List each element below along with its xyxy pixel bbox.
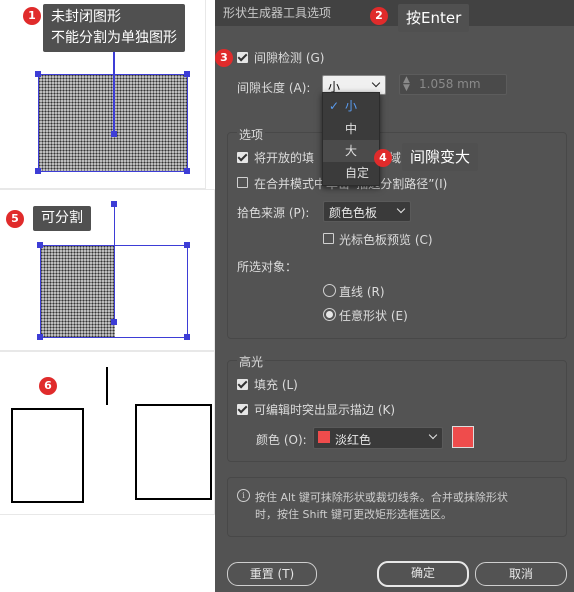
- chevron-down-icon: [371, 78, 381, 88]
- separated-left-shape: [11, 408, 84, 503]
- left-region: [40, 245, 115, 337]
- editable-stroke-label: 可编辑时突出显示描边 (K): [254, 403, 396, 417]
- dropdown-option-medium[interactable]: 中: [323, 118, 379, 140]
- example-panel-2: 5 可分割: [0, 190, 214, 350]
- color-label: 颜色 (O):: [256, 433, 307, 447]
- stepper-icon: ▲ ▼: [403, 75, 410, 93]
- chevron-down-icon: [396, 204, 406, 214]
- cancel-button[interactable]: 取消: [475, 562, 567, 586]
- options-section-title: 选项: [237, 126, 266, 143]
- gap-length-label: 间隙长度 (A):: [237, 81, 311, 95]
- separated-right-shape: [135, 404, 212, 500]
- note-press-enter: 按Enter: [398, 4, 470, 32]
- info-icon: i: [237, 489, 250, 502]
- dropdown-option-large[interactable]: 大: [323, 140, 379, 162]
- selection-label: 所选对象：: [237, 260, 298, 274]
- fill-open-paths-label: 将开放的填: [254, 151, 315, 165]
- cursor-preview-label: 光标色板预览 (C): [339, 233, 433, 247]
- merge-mode-checkbox[interactable]: [237, 177, 248, 188]
- note-unclosed: 未封闭图形 不能分割为单独图形: [43, 4, 185, 52]
- fill-checkbox[interactable]: [237, 379, 248, 390]
- straight-line-label: 直线 (R): [339, 285, 385, 299]
- gap-length-dropdown: ✓ 小 中 大 自定: [322, 92, 380, 186]
- gap-detection-checkbox[interactable]: [237, 52, 248, 63]
- anchor-handle: [35, 71, 41, 77]
- title-bar[interactable]: 形状生成器工具选项: [215, 0, 574, 26]
- dropdown-option-small[interactable]: ✓ 小: [323, 95, 379, 117]
- highlight-section-title: 高光: [237, 353, 266, 370]
- chevron-down-icon: [428, 430, 438, 440]
- step-badge-6: 6: [39, 377, 57, 395]
- gap-detection-label: 间隙检测 (G): [254, 51, 325, 65]
- color-chip: [318, 431, 330, 443]
- reset-button[interactable]: 重置 (T): [227, 562, 317, 586]
- vertical-path: [113, 40, 115, 134]
- step-badge-1: 1: [23, 7, 41, 25]
- free-shape-label: 任意形状 (E): [339, 309, 408, 323]
- note-splittable: 可分割: [33, 206, 91, 231]
- check-icon: ✓: [329, 99, 340, 113]
- step-badge-4: 4: [374, 149, 392, 167]
- dialog-title: 形状生成器工具选项: [223, 6, 332, 20]
- fill-open-paths-checkbox[interactable]: [237, 152, 248, 163]
- gap-length-number-field[interactable]: ▲ ▼ 1.058 mm: [399, 74, 507, 95]
- straight-line-radio[interactable]: [323, 284, 336, 297]
- editable-stroke-checkbox[interactable]: [237, 404, 248, 415]
- shape-builder-options-dialog: 形状生成器工具选项 间隙检测 (G) 间隙长度 (A): 小 ▲ ▼ 1.058 …: [215, 0, 574, 592]
- note-gap-larger: 间隙变大: [402, 143, 479, 171]
- pick-color-label: 拾色来源 (P):: [237, 206, 310, 220]
- dropdown-option-custom[interactable]: 自定: [323, 162, 379, 184]
- free-shape-radio[interactable]: [323, 308, 336, 321]
- hint-line-1: 按住 Alt 键可抹除形状或裁切线条。合并或抹除形状: [255, 491, 508, 504]
- example-panel-3: 6: [0, 352, 214, 514]
- step-badge-2: 2: [370, 7, 388, 25]
- ok-button[interactable]: 确定: [377, 561, 469, 587]
- step-badge-3: 3: [215, 49, 233, 67]
- separated-line: [106, 367, 108, 405]
- hint-line-2: 时，按住 Shift 键可更改矩形选框选区。: [255, 508, 452, 521]
- cursor-preview-checkbox[interactable]: [323, 233, 334, 244]
- step-badge-5: 5: [6, 210, 24, 228]
- color-swatch[interactable]: [452, 426, 474, 448]
- pick-color-select[interactable]: 颜色色板: [323, 201, 411, 222]
- fill-label: 填充 (L): [254, 378, 298, 392]
- example-panel-1: 未封闭图形 不能分割为单独图形 1: [0, 0, 205, 188]
- color-select[interactable]: 淡红色: [313, 427, 443, 449]
